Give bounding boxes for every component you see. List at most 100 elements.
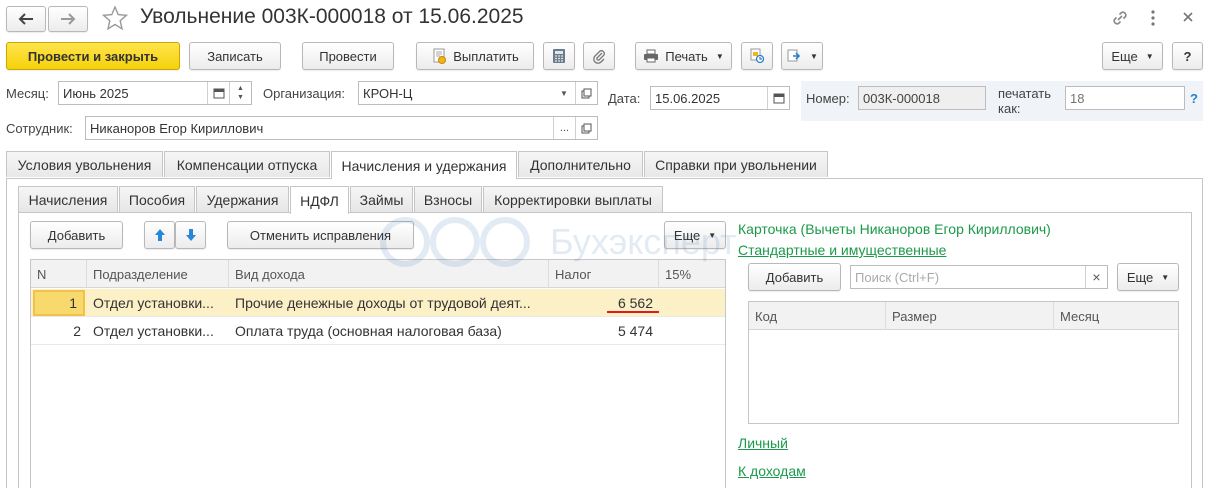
tab-certificates[interactable]: Справки при увольнении	[644, 151, 828, 177]
post-button[interactable]: Провести	[302, 42, 394, 70]
ndfl-table[interactable]: N Подразделение Вид дохода Налог 15% 1 О…	[30, 259, 726, 488]
document-structure-icon	[750, 48, 765, 64]
subtab-payment-corrections[interactable]: Корректировки выплаты	[483, 186, 663, 212]
help-button[interactable]: ?	[1172, 42, 1203, 70]
card-add-button[interactable]: Добавить	[748, 263, 841, 291]
column-department[interactable]: Подразделение	[87, 260, 229, 288]
row-n: 2	[73, 323, 81, 339]
employee-field[interactable]: Никаноров Егор Кириллович ...	[85, 116, 598, 140]
move-down-button[interactable]	[175, 221, 206, 249]
tab-label: Условия увольнения	[17, 156, 152, 173]
subtab-label: Удержания	[206, 191, 279, 208]
tab-label: Начисления и удержания	[341, 157, 507, 174]
card-search-input[interactable]: Поиск (Ctrl+F) ×	[850, 265, 1108, 289]
print-as-help-icon[interactable]: ?	[1190, 91, 1198, 106]
kebab-menu-icon[interactable]	[1150, 9, 1156, 30]
ndfl-more-button[interactable]: Еще ▼	[664, 221, 726, 249]
print-as-field[interactable]	[1065, 86, 1185, 110]
arrow-right-icon	[61, 13, 76, 25]
arrow-up-icon	[154, 229, 165, 241]
print-label: Печать	[665, 48, 708, 64]
ndfl-table-header: N Подразделение Вид дохода Налог 15%	[31, 260, 725, 288]
dropdown-button[interactable]: ▼	[553, 82, 575, 104]
column-15-percent[interactable]: 15%	[659, 260, 727, 288]
subtab-label: Займы	[359, 191, 404, 208]
card-more-label: Еще	[1126, 269, 1154, 285]
row-n-cell: 1	[33, 290, 85, 316]
forward-button[interactable]	[48, 6, 88, 32]
row-n: 1	[69, 295, 77, 311]
post-and-close-button[interactable]: Провести и закрыть	[6, 42, 180, 70]
deductions-table[interactable]: Код Размер Месяц	[748, 301, 1179, 424]
save-label: Записать	[207, 48, 263, 64]
tab-termination-conditions[interactable]: Условия увольнения	[6, 151, 163, 177]
table-row[interactable]: 2 Отдел установки... Оплата труда (основ…	[31, 317, 725, 345]
standard-deductions-link[interactable]: Стандартные и имущественные	[738, 242, 946, 258]
subtab-contributions[interactable]: Взносы	[414, 186, 482, 212]
column-month[interactable]: Месяц	[1054, 302, 1180, 330]
subtab-loans[interactable]: Займы	[350, 186, 413, 212]
stepper-down-icon[interactable]: ▼	[237, 93, 244, 102]
month-field[interactable]: Июнь 2025 ▲ ▼	[58, 81, 252, 105]
month-stepper[interactable]: ▲ ▼	[229, 82, 251, 104]
move-up-button[interactable]	[144, 221, 175, 249]
close-icon[interactable]	[1181, 10, 1195, 27]
attach-button[interactable]	[583, 42, 615, 70]
link-icon[interactable]	[1110, 8, 1130, 31]
calendar-button[interactable]	[767, 87, 789, 109]
save-button[interactable]: Записать	[189, 42, 281, 70]
arrow-left-icon	[18, 13, 33, 25]
clear-search-button[interactable]: ×	[1085, 266, 1107, 288]
paperclip-icon	[593, 50, 605, 64]
ndfl-add-button[interactable]: Добавить	[30, 221, 123, 249]
favorite-star-icon[interactable]	[101, 5, 129, 33]
date-field[interactable]: 15.06.2025	[650, 86, 790, 110]
column-income-type[interactable]: Вид дохода	[229, 260, 549, 288]
card-title: Карточка (Вычеты Никаноров Егор Кириллов…	[738, 221, 1051, 237]
calendar-icon	[773, 93, 784, 104]
subtab-accruals[interactable]: Начисления	[18, 186, 118, 212]
cancel-corrections-button[interactable]: Отменить исправления	[227, 221, 414, 249]
back-button[interactable]	[6, 6, 46, 32]
create-based-on-button[interactable]: ▼	[781, 42, 823, 70]
pay-button[interactable]: Выплатить	[416, 42, 534, 70]
create-based-on-icon	[787, 49, 801, 62]
personal-deductions-link[interactable]: Личный	[738, 435, 788, 451]
to-income-link[interactable]: К доходам	[738, 463, 806, 479]
tab-accruals-deductions[interactable]: Начисления и удержания	[331, 151, 517, 179]
column-n[interactable]: N	[31, 260, 87, 288]
cancel-corrections-label: Отменить исправления	[249, 227, 392, 243]
employee-value: Никаноров Егор Кириллович	[90, 120, 264, 136]
open-organization-button[interactable]	[575, 82, 597, 104]
row-15-percent	[659, 289, 727, 317]
chevron-down-icon: ▼	[1161, 272, 1170, 282]
structure-button[interactable]	[741, 42, 773, 70]
number-field: 003К-000018	[858, 86, 986, 110]
calendar-button[interactable]	[207, 82, 229, 104]
ndfl-add-label: Добавить	[47, 227, 106, 243]
card-more-button[interactable]: Еще ▼	[1117, 263, 1179, 291]
organization-label: Организация:	[263, 86, 346, 101]
open-link-icon	[581, 123, 592, 133]
tab-vacation-compensation[interactable]: Компенсации отпуска	[164, 151, 330, 177]
column-code[interactable]: Код	[749, 302, 886, 330]
organization-field[interactable]: КРОН-Ц ▼	[358, 81, 598, 105]
column-amount[interactable]: Размер	[886, 302, 1054, 330]
subtab-ndfl[interactable]: НДФЛ	[290, 186, 349, 214]
calculator-button[interactable]	[543, 42, 575, 70]
print-as-label-line1: печатать	[998, 86, 1052, 101]
stepper-up-icon[interactable]: ▲	[237, 84, 244, 93]
chevron-down-icon: ▼	[715, 51, 724, 61]
column-tax[interactable]: Налог	[549, 260, 659, 288]
more-button[interactable]: Еще ▼	[1102, 42, 1163, 70]
tab-additional[interactable]: Дополнительно	[518, 151, 643, 177]
chevron-down-icon: ▼	[560, 88, 568, 98]
subtab-label: НДФЛ	[300, 192, 339, 209]
employee-select-button[interactable]: ...	[553, 117, 575, 139]
subtab-deductions[interactable]: Удержания	[196, 186, 289, 212]
print-button[interactable]: Печать ▼	[635, 42, 732, 70]
open-employee-button[interactable]	[575, 117, 597, 139]
row-tax: 5 474	[617, 323, 653, 339]
subtab-benefits[interactable]: Пособия	[119, 186, 195, 212]
row-income-type: Оплата труда (основная налоговая база)	[235, 323, 502, 339]
